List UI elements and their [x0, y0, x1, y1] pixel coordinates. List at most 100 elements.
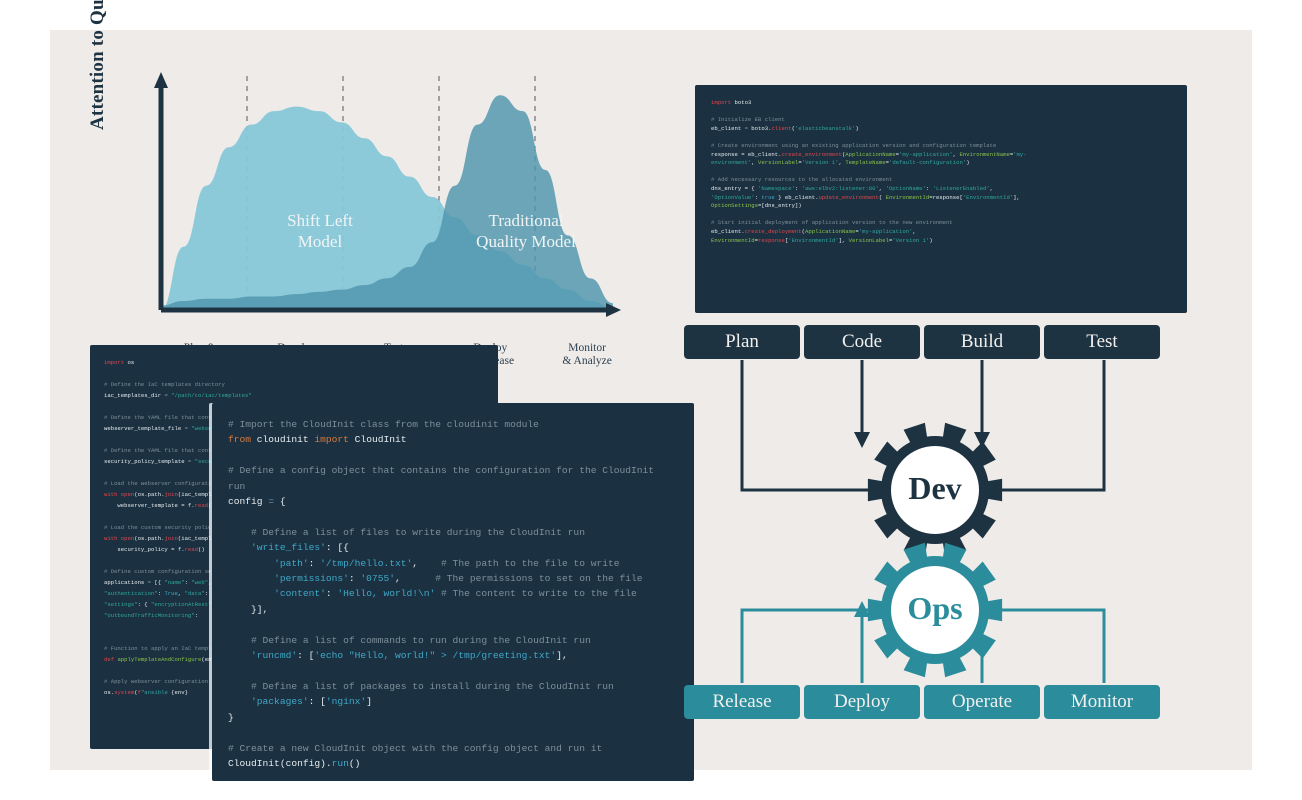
code-line: config = {: [228, 494, 678, 509]
code-token: "ansible: [140, 689, 168, 696]
code-token: update_environment: [818, 193, 879, 201]
code-token: (: [878, 193, 886, 201]
code-token: ApplicationName: [845, 150, 896, 158]
chart-svg: [154, 72, 621, 317]
code-token: "web": [191, 579, 209, 586]
devops-loop-diagram: Dev Ops Plan Code Build Test Release Dep…: [680, 285, 1180, 755]
code-line: import os: [104, 357, 484, 368]
box-operate[interactable]: Operate: [924, 685, 1040, 719]
code-line: # Define a list of commands to run durin…: [228, 633, 678, 648]
code-token: # Define a list of commands to run durin…: [228, 634, 591, 646]
code-token: =response[: [929, 193, 963, 201]
code-token: eb_client: [711, 124, 745, 132]
code-token: 'default-configuration': [888, 159, 967, 167]
code-token: ,: [751, 159, 759, 167]
code-token: system: [114, 689, 135, 696]
code-token: import: [104, 359, 125, 366]
box-release[interactable]: Release: [684, 685, 800, 719]
code-token: "settings": [104, 601, 138, 608]
code-token: ): [929, 236, 933, 244]
code-token: :: [194, 612, 198, 619]
box-test[interactable]: Test: [1044, 325, 1160, 359]
code-token: OptionSettings: [711, 202, 758, 210]
box-code[interactable]: Code: [804, 325, 920, 359]
code-token: EnvironmentName: [959, 150, 1010, 158]
chart-y-axis-label: Attention to Quality: [87, 0, 108, 130]
box-deploy[interactable]: Deploy: [804, 685, 920, 719]
code-line: eb_client.create_deployment(ApplicationN…: [711, 228, 1171, 237]
code-token: # Define a list of files to write during…: [228, 526, 585, 538]
code-token: read: [184, 546, 199, 553]
code-token: # The path to the file to write: [441, 557, 620, 569]
code-token: 'packages': [251, 696, 309, 708]
code-token: 'runcmd': [251, 650, 298, 662]
code-token: "outboundTrafficMonitoring": [104, 612, 195, 619]
code-line: }: [228, 710, 678, 725]
code-token: "data": [184, 590, 205, 597]
box-monitor[interactable]: Monitor: [1044, 685, 1160, 719]
code-token: import: [711, 99, 732, 106]
code-line: import boto3: [711, 99, 1171, 108]
code-token: os: [124, 359, 135, 366]
arrow-monitor-to-ops: [998, 608, 1106, 683]
code-token: def: [104, 656, 115, 663]
code-token: client: [771, 124, 792, 132]
code-line: iac_templates_dir = "/path/to/iac/templa…: [104, 390, 484, 401]
code-token: response: [758, 236, 785, 244]
code-token: true: [761, 193, 775, 201]
code-token: 'aws:elbv2:listener:80': [801, 184, 879, 192]
code-token: ,: [989, 184, 994, 192]
code-token: {: [279, 496, 286, 508]
code-token: config: [228, 496, 269, 508]
code-line: CloudInit(config).run(): [228, 756, 678, 771]
code-line: 'packages': ['nginx']: [228, 694, 678, 709]
code-token: 'path': [274, 557, 309, 569]
arrow-test-to-dev: [998, 360, 1106, 492]
code-token: :: [308, 557, 321, 569]
box-plan[interactable]: Plan: [684, 325, 800, 359]
code-token: join: [164, 491, 178, 498]
series-label-traditional: Traditional Quality Model: [451, 210, 601, 252]
code-token: '/tmp/hello.txt': [320, 557, 413, 569]
code-line: eb_client = boto3.client('elasticbeansta…: [711, 125, 1171, 134]
code-token: security_policy_template: [104, 458, 188, 465]
code-line: 'write_files': [{: [228, 540, 678, 555]
code-line: 'OptionValue': true } eb_client.update_e…: [711, 194, 1171, 203]
code-token: os.: [104, 689, 115, 696]
code-token: (): [198, 546, 205, 553]
code-token: VersionLabel: [848, 236, 889, 244]
code-token: '0755': [360, 573, 395, 585]
code-line: OptionSettings=[dns_entry]): [711, 202, 1171, 211]
code-token: 'my-: [1013, 150, 1027, 158]
code-line: # Initialize EB client: [711, 116, 1171, 125]
code-token: CloudInit: [348, 434, 407, 446]
code-line: # Start initial deployment of applicatio…: [711, 219, 1171, 228]
code-token: }],: [228, 603, 269, 615]
box-build[interactable]: Build: [924, 325, 1040, 359]
code-token: read: [194, 502, 209, 509]
code-token: with: [104, 491, 118, 498]
code-line: 'permissions': '0755', # The permissions…: [228, 571, 678, 586]
ops-gear-label: Ops: [907, 590, 963, 626]
code-token: join: [164, 535, 178, 542]
code-token: ],: [556, 650, 568, 662]
code-token: [{: [154, 579, 165, 586]
code-token: =: [268, 496, 280, 508]
code-line: EnvironmentId=response['EnvironmentId'],…: [711, 237, 1171, 246]
code-token: 'ListenerEnabled': [932, 184, 990, 192]
code-block-cloudinit[interactable]: # Import the CloudInit class from the cl…: [212, 403, 694, 781]
code-token: 'nginx': [325, 696, 367, 708]
code-line: # Create environment using an existing a…: [711, 142, 1171, 151]
code-token: 'Version 1': [801, 159, 839, 167]
code-token: ,: [208, 579, 212, 586]
code-block-elastic-beanstalk[interactable]: import boto3 # Initialize EB client eb_cl…: [695, 85, 1187, 313]
code-token: "encryptionAtRest": [151, 601, 212, 608]
code-token: } eb_client.: [774, 193, 819, 201]
code-line: dns_entry = { 'Namespace': 'aws:elbv2:li…: [711, 185, 1171, 194]
